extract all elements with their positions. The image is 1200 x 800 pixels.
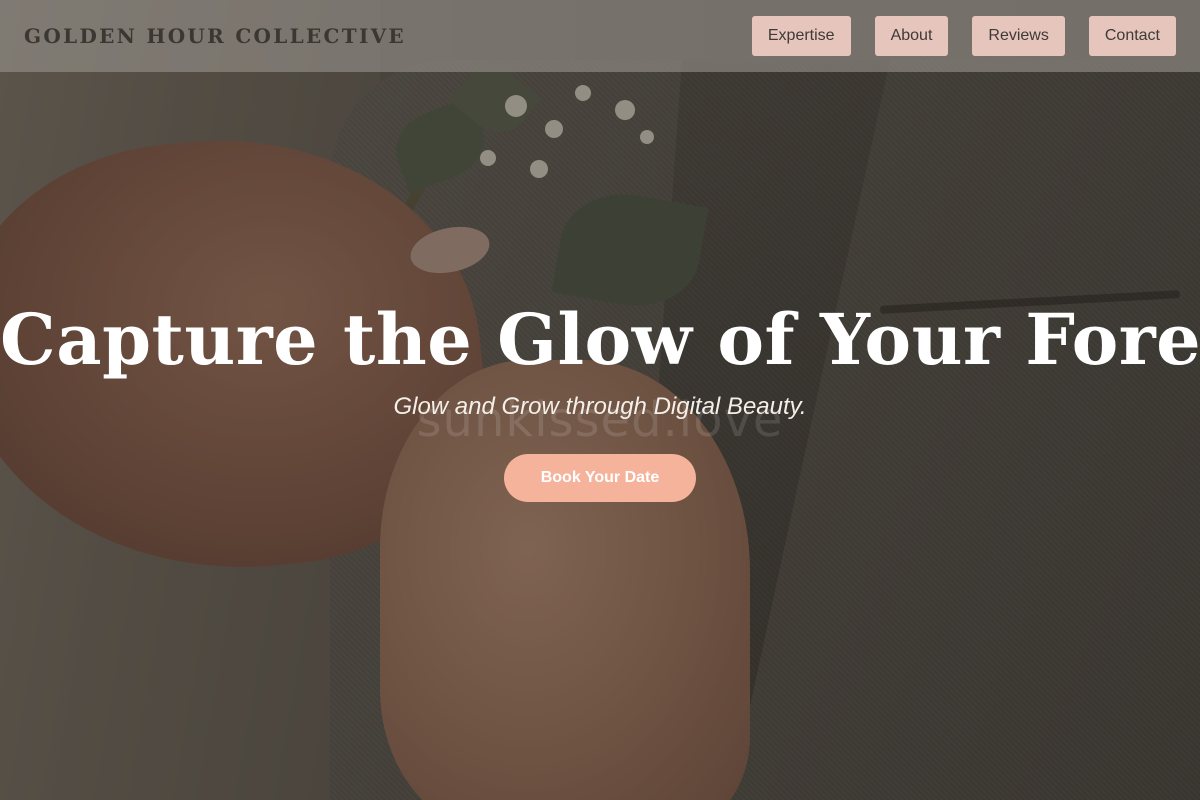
nav-about-button[interactable]: About: [874, 16, 949, 56]
nav-expertise-button[interactable]: Expertise: [751, 16, 851, 56]
hero-subtitle: Glow and Grow through Digital Beauty.: [393, 393, 807, 420]
main-nav: Expertise About Reviews Contact: [751, 16, 1176, 56]
nav-contact-button[interactable]: Contact: [1088, 16, 1176, 56]
brand-logo-text[interactable]: GOLDEN HOUR COLLECTIVE: [24, 24, 406, 48]
hero-title: Capture the Glow of Your Forever: [0, 298, 1200, 381]
site-header: GOLDEN HOUR COLLECTIVE Expertise About R…: [0, 0, 1200, 72]
nav-reviews-button[interactable]: Reviews: [972, 16, 1065, 56]
hero-section: Capture the Glow of Your Forever Glow an…: [0, 290, 1200, 502]
book-your-date-button[interactable]: Book Your Date: [504, 454, 696, 502]
page: sunkissed.love GOLDEN HOUR COLLECTIVE Ex…: [0, 0, 1200, 800]
